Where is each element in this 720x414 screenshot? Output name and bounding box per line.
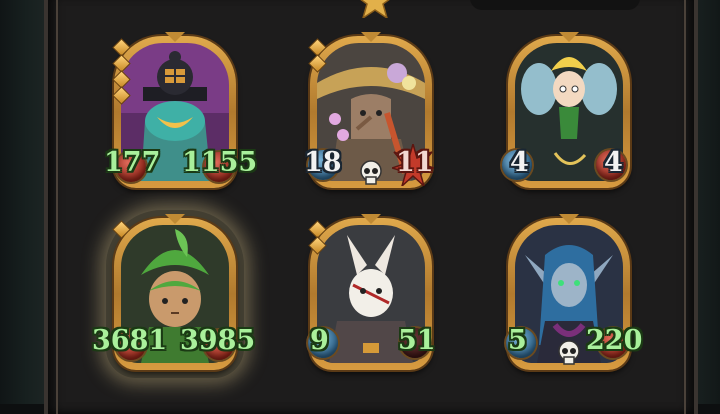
health-value: 1155	[182, 147, 258, 178]
health-value: 220	[586, 325, 643, 356]
attack-value: 9	[310, 325, 329, 356]
health-value: 4	[604, 147, 623, 178]
unit-card-blue-elf[interactable]: 5 220	[506, 214, 642, 370]
health-value: 51	[398, 325, 436, 356]
unit-card-diver-golem[interactable]: 177 1155	[104, 32, 257, 188]
card-cap-icon	[165, 214, 185, 224]
top-status-pill	[470, 0, 640, 10]
star-icon	[360, 0, 390, 18]
background-left	[0, 0, 44, 404]
attack-value: 3681	[92, 325, 168, 356]
card-cap-icon	[165, 32, 185, 42]
skull-icon	[558, 340, 580, 365]
attack-value: 18	[304, 147, 342, 178]
card-cap-icon	[361, 32, 381, 42]
card-cap-icon	[559, 214, 579, 224]
attack-value: 5	[508, 325, 527, 356]
unit-card-leaf-sprout[interactable]: 3681 3985	[92, 210, 255, 378]
attack-value: 4	[510, 147, 529, 178]
health-value: 11	[396, 147, 434, 178]
skull-icon	[360, 160, 382, 185]
unit-card-scarecrow-witch[interactable]: 18 11	[304, 32, 434, 188]
unit-card-rabbit-mask[interactable]: 9 51	[308, 214, 436, 370]
card-cap-icon	[361, 214, 381, 224]
card-cap-icon	[559, 32, 579, 42]
health-value: 3985	[180, 325, 256, 356]
unit-card-fairy[interactable]: 4 4	[502, 32, 630, 188]
attack-value: 177	[104, 147, 161, 178]
